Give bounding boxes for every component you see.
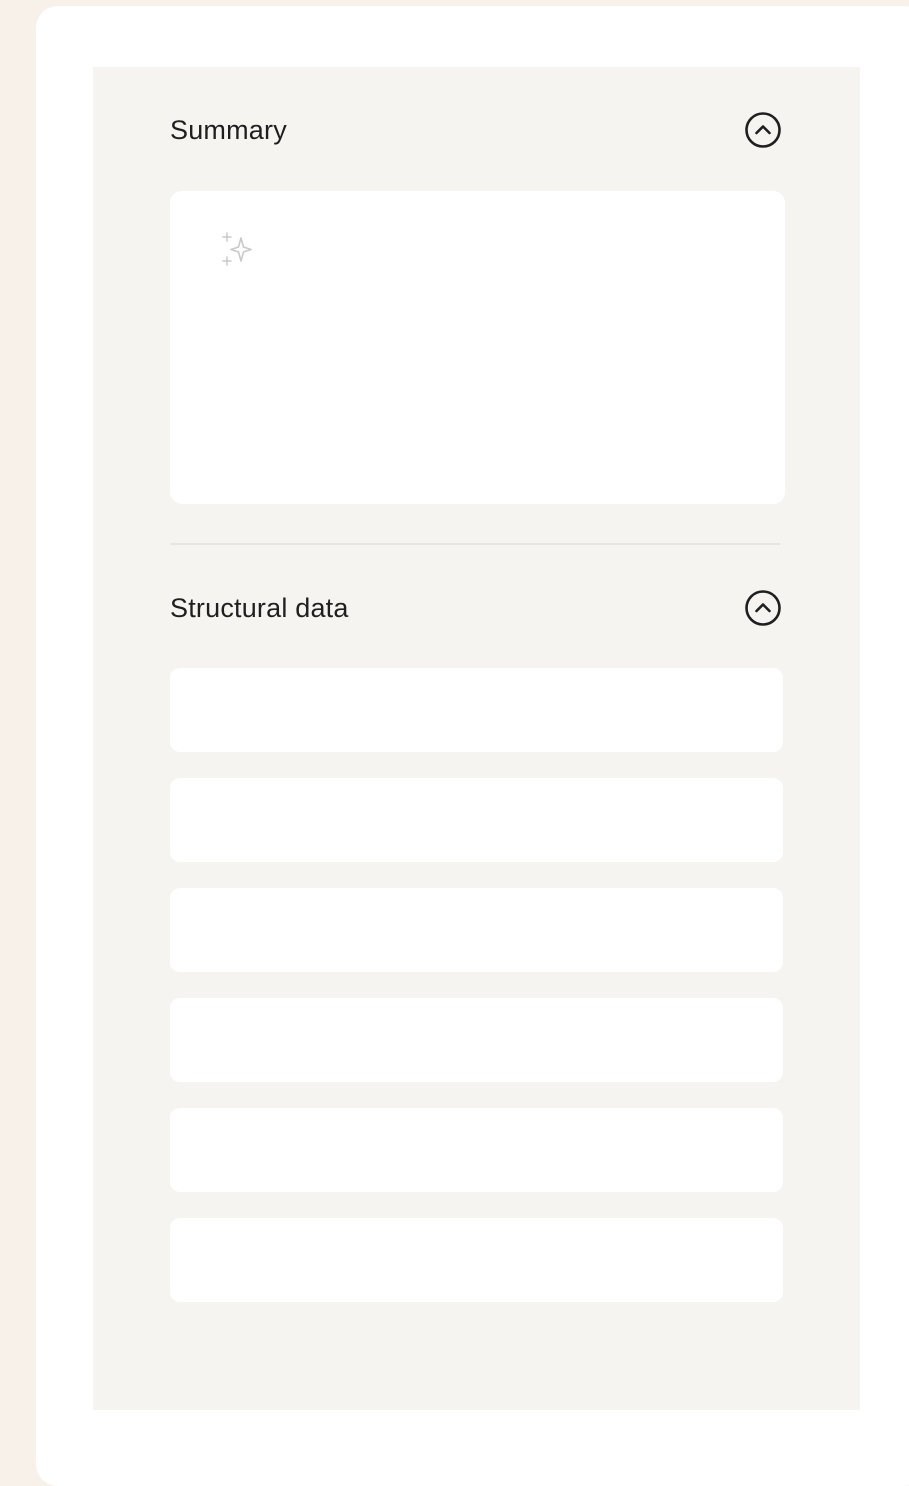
structural-data-row [170,668,783,752]
summary-collapse-button[interactable] [743,110,783,150]
structural-data-row [170,998,783,1082]
structural-data-title: Structural data [170,592,349,623]
summary-title: Summary [170,114,287,145]
structural-data-list [170,668,783,1328]
structural-data-collapse-button[interactable] [743,588,783,628]
structural-data-row [170,778,783,862]
structural-data-row [170,1218,783,1302]
sparkle-icon [218,229,258,269]
summary-header: Summary [170,110,783,150]
section-divider [170,543,780,545]
structural-data-row [170,1108,783,1192]
chevron-up-circle-icon [745,590,781,626]
summary-content [170,191,785,504]
side-panel: Summary Structural data [93,67,860,1410]
structural-data-header: Structural data [170,588,783,628]
structural-data-row [170,888,783,972]
chevron-up-circle-icon [745,112,781,148]
